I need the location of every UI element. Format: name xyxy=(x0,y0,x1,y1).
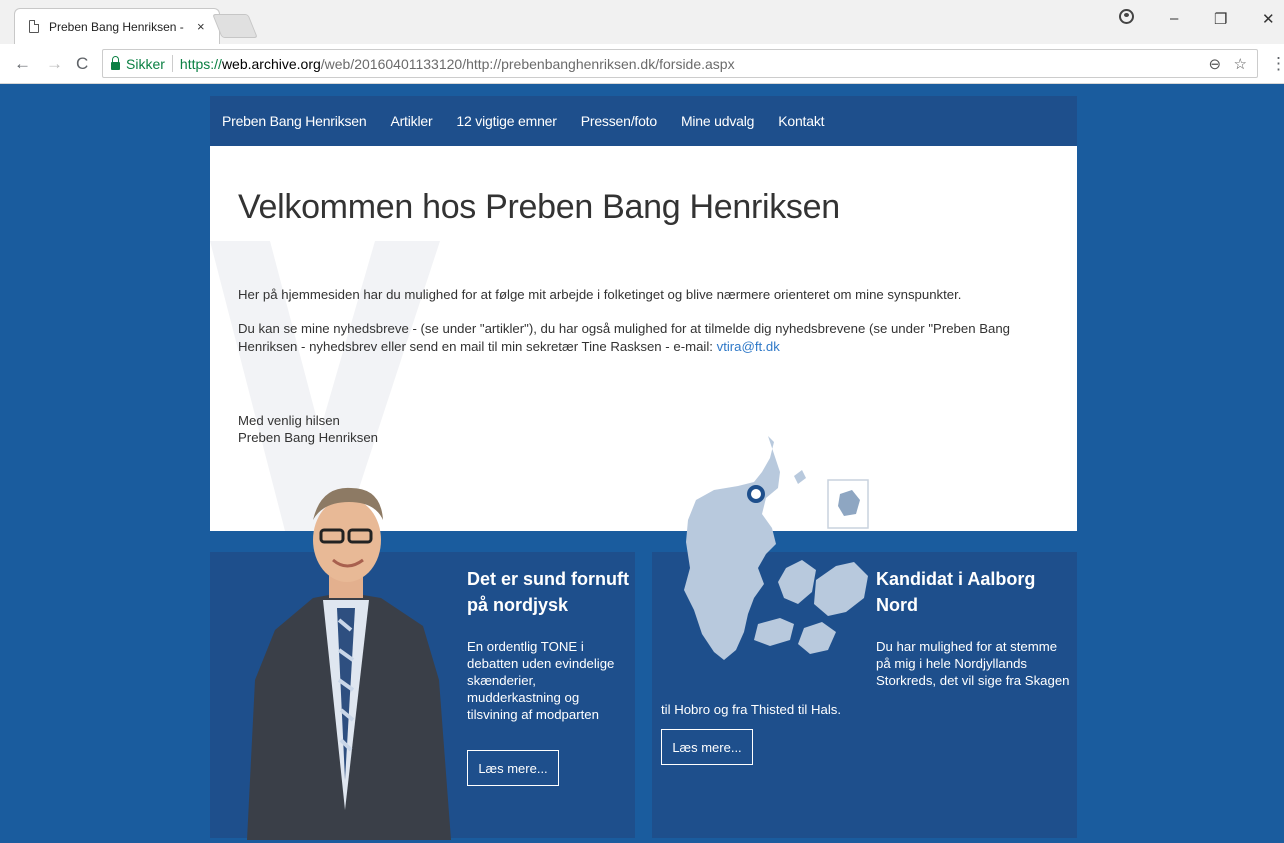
page-icon xyxy=(29,20,39,33)
card-text-line: debatten uden evindelige xyxy=(467,656,615,671)
browser-tab[interactable]: Preben Bang Henriksen - × xyxy=(14,8,220,44)
address-bar[interactable]: Sikker https://web.archive.org/web/20160… xyxy=(102,49,1258,78)
url-path: /web/20160401133120/http://prebenbanghen… xyxy=(320,55,735,72)
url-scheme: https:// xyxy=(179,55,222,72)
greeting: Med venlig hilsen Preben Bang Henriksen xyxy=(238,412,378,446)
intro-paragraph: Her på hjemmesiden har du mulighed for a… xyxy=(238,287,962,302)
tab-close-icon[interactable]: × xyxy=(197,19,205,34)
lock-icon xyxy=(111,55,120,70)
email-link[interactable]: vtira@ft.dk xyxy=(717,339,780,354)
secure-label: Sikker xyxy=(126,55,165,72)
close-icon[interactable]: ✕ xyxy=(1262,10,1275,28)
card-text-line: tilsvining af modparten xyxy=(467,707,599,722)
card-text: En ordentlig TONE i debatten uden evinde… xyxy=(467,638,614,723)
nav-item-kontakt[interactable]: Kontakt xyxy=(778,113,824,129)
nav-item-artikler[interactable]: Artikler xyxy=(390,113,432,129)
nav-item-emner[interactable]: 12 vigtige emner xyxy=(456,113,557,129)
nav-item-home[interactable]: Preben Bang Henriksen xyxy=(222,113,367,129)
restore-icon[interactable]: ❐ xyxy=(1214,10,1227,28)
card-text-tail: til Hobro og fra Thisted til Hals. xyxy=(661,702,842,717)
menu-icon[interactable]: ⋮ xyxy=(1270,54,1284,74)
card-text-line: En ordentlig TONE i xyxy=(467,639,584,654)
back-arrow-icon[interactable]: ← xyxy=(14,54,31,74)
zoom-icon[interactable]: ⊖ xyxy=(1208,56,1221,73)
candidate-portrait xyxy=(247,487,451,840)
bookmark-star-icon[interactable]: ☆ xyxy=(1234,56,1247,73)
card-title-line: på nordjysk xyxy=(467,595,569,615)
site-nav: Preben Bang Henriksen Artikler 12 vigtig… xyxy=(210,96,1077,146)
greeting-line: Med venlig hilsen xyxy=(238,413,340,428)
newsletter-paragraph: Du kan se mine nyhedsbreve - (se under "… xyxy=(238,320,1068,356)
reload-icon[interactable]: C xyxy=(76,54,88,74)
denmark-map-image xyxy=(684,436,869,660)
page-title: Velkommen hos Preben Bang Henriksen xyxy=(238,188,840,226)
nav-item-pressen[interactable]: Pressen/foto xyxy=(581,113,657,129)
signature-name: Preben Bang Henriksen xyxy=(238,430,379,445)
read-more-button[interactable]: Læs mere... xyxy=(661,729,753,765)
nav-item-udvalg[interactable]: Mine udvalg xyxy=(681,113,754,129)
forward-arrow-icon[interactable]: → xyxy=(46,54,63,74)
read-more-button[interactable]: Læs mere... xyxy=(467,750,559,786)
card-text-line: mudderkastning og xyxy=(467,690,580,705)
url-host: web.archive.org xyxy=(221,55,321,72)
divider xyxy=(171,55,173,72)
card-title: Det er sund fornuft på nordjysk xyxy=(467,566,629,618)
browser-toolbar: ← → C Sikker https://web.archive.org/web… xyxy=(0,44,1284,84)
card-title-line: Det er sund fornuft xyxy=(467,569,629,589)
omnibox-actions: ⊖ ☆ xyxy=(1208,55,1247,73)
browser-tabbar: Preben Bang Henriksen - × – ❐ ✕ xyxy=(0,0,1284,44)
card-text: Du har mulighed for at stemme på mig i h… xyxy=(876,638,1070,689)
tab-title: Preben Bang Henriksen - xyxy=(49,19,184,34)
card-text-line: Du har mulighed for at stemme xyxy=(876,639,1058,654)
minimize-icon[interactable]: – xyxy=(1170,10,1178,27)
newsletter-text: Du kan se mine nyhedsbreve - (se under "… xyxy=(238,321,1011,354)
card-text-line: skænderier, xyxy=(467,673,536,688)
card-text-line: Storkreds, det vil sige fra Skagen xyxy=(876,673,1070,688)
profile-icon[interactable] xyxy=(1119,9,1134,24)
